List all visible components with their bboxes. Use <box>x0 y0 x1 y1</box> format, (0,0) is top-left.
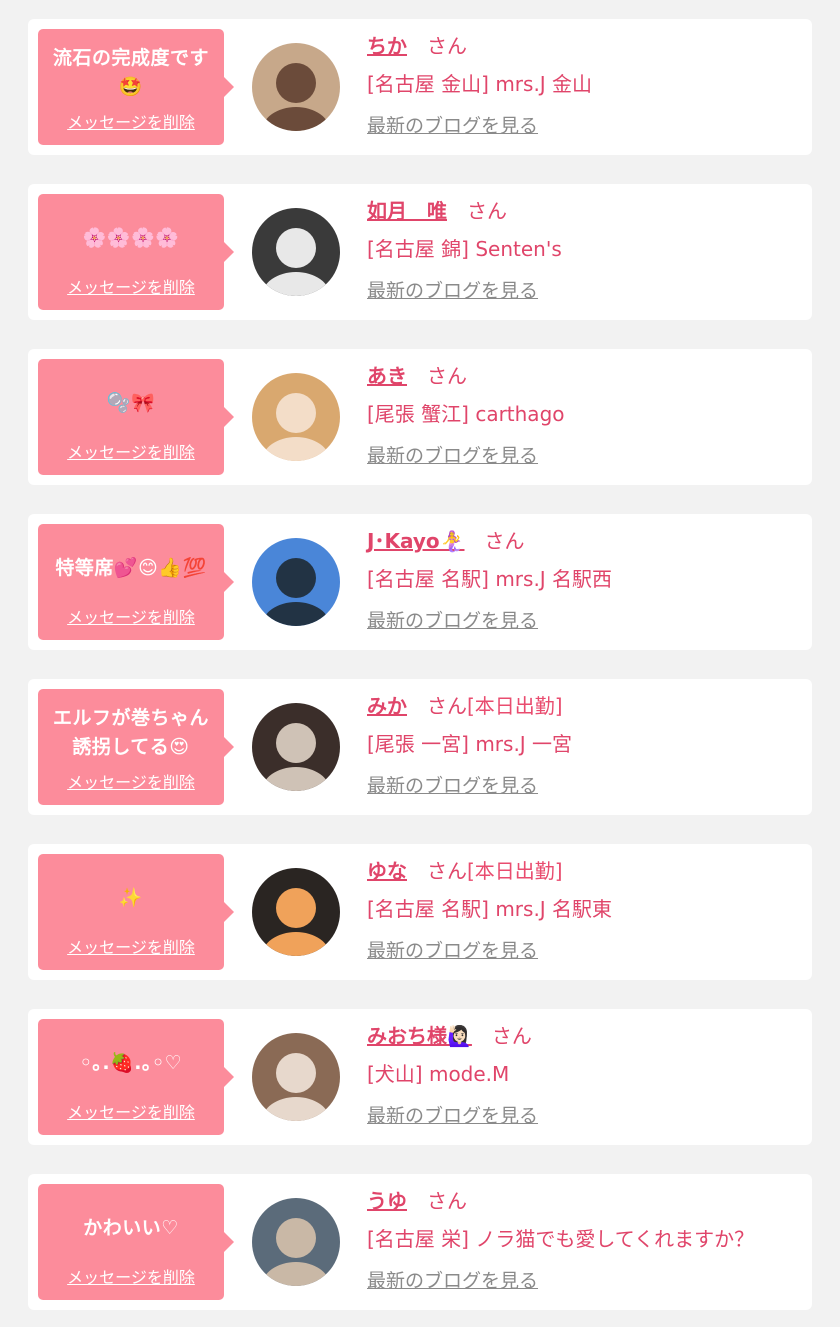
delete-message-link[interactable]: メッセージを削除 <box>38 1264 224 1288</box>
avatar-image <box>252 208 340 296</box>
shop-name: [尾張 一宮] mrs.J 一宮 <box>367 732 573 756</box>
honorific: さん <box>427 364 467 388</box>
delete-message-link[interactable]: メッセージを削除 <box>38 769 224 793</box>
girl-info: みおち様🙋🏻‍♀️ さん [犬山] mode.M 最新のブログを見る <box>367 1021 802 1128</box>
avatar[interactable] <box>252 868 340 956</box>
avatar-image <box>252 373 340 461</box>
avatar-image <box>252 538 340 626</box>
favorite-card: 流石の完成度です 🤩 メッセージを削除 ちか さん [名古屋 金山] mrs.J … <box>28 19 812 155</box>
message-text: エルフが巻ちゃん 誘拐してる😍 <box>52 707 209 758</box>
shop-name: [名古屋 栄] ノラ猫でも愛してくれますか？ <box>367 1227 755 1251</box>
name-line: J･Kayo🧜‍♀️ さん <box>367 526 802 556</box>
avatar-image <box>252 703 340 791</box>
shop-name: [犬山] mode.M <box>367 1062 510 1086</box>
message-text: 🌸🌸🌸🌸 <box>82 226 180 249</box>
girl-name-link[interactable]: みおち様🙋🏻‍♀️ <box>367 1024 472 1048</box>
girl-info: 如月 唯さん [名古屋 錦] Senten's 最新のブログを見る <box>367 196 802 303</box>
delete-message-link[interactable]: メッセージを削除 <box>38 1099 224 1123</box>
latest-blog-link[interactable]: 最新のブログを見る <box>367 771 538 798</box>
favorite-card: エルフが巻ちゃん 誘拐してる😍 メッセージを削除 みか さん[本日出勤] [尾張 … <box>28 679 812 815</box>
honorific: さん <box>427 1189 467 1213</box>
delete-message-link[interactable]: メッセージを削除 <box>38 934 224 958</box>
honorific: さん <box>491 1024 532 1048</box>
name-line: 如月 唯さん <box>367 196 802 226</box>
delete-message-link[interactable]: メッセージを削除 <box>38 109 224 133</box>
girl-info: あき さん [尾張 蟹江] carthago 最新のブログを見る <box>367 361 802 468</box>
avatar[interactable] <box>252 43 340 131</box>
latest-blog-link[interactable]: 最新のブログを見る <box>367 606 538 633</box>
name-line: ゆな さん[本日出勤] <box>367 856 802 886</box>
girl-info: J･Kayo🧜‍♀️ さん [名古屋 名駅] mrs.J 名駅西 最新のブログを見… <box>367 526 802 633</box>
message-bubble: 🌸🌸🌸🌸 メッセージを削除 <box>38 194 234 310</box>
girl-name-link[interactable]: ちか <box>367 34 407 58</box>
shop-name: [尾張 蟹江] carthago <box>367 402 565 426</box>
message-text: かわいい♡ <box>83 1216 179 1239</box>
message-bubble: ✨ メッセージを削除 <box>38 854 234 970</box>
favorite-card: 🌸🌸🌸🌸 メッセージを削除 如月 唯さん [名古屋 錦] Senten's 最新… <box>28 184 812 320</box>
girl-name-link[interactable]: 如月 唯 <box>367 199 447 223</box>
honorific: さん <box>484 529 525 553</box>
message-text: 流石の完成度です 🤩 <box>52 47 209 98</box>
name-line: うゆ さん <box>367 1186 802 1216</box>
girl-name-link[interactable]: うゆ <box>367 1189 407 1213</box>
avatar-image <box>252 1033 340 1121</box>
shop-name: [名古屋 名駅] mrs.J 名駅西 <box>367 567 613 591</box>
favorite-list: 流石の完成度です 🤩 メッセージを削除 ちか さん [名古屋 金山] mrs.J … <box>0 0 840 1310</box>
avatar-image <box>252 868 340 956</box>
avatar[interactable] <box>252 703 340 791</box>
avatar[interactable] <box>252 1198 340 1286</box>
avatar-image <box>252 1198 340 1286</box>
honorific: さん <box>467 199 507 223</box>
latest-blog-link[interactable]: 最新のブログを見る <box>367 1101 538 1128</box>
message-text: 特等席💕😊👍💯 <box>55 556 207 579</box>
name-line: みおち様🙋🏻‍♀️ さん <box>367 1021 802 1051</box>
honorific: さん <box>427 859 467 883</box>
delete-message-link[interactable]: メッセージを削除 <box>38 439 224 463</box>
delete-message-link[interactable]: メッセージを削除 <box>38 274 224 298</box>
girl-name-link[interactable]: あき <box>367 364 407 388</box>
shop-name: [名古屋 錦] Senten's <box>367 237 562 261</box>
girl-info: ちか さん [名古屋 金山] mrs.J 金山 最新のブログを見る <box>367 31 802 138</box>
avatar[interactable] <box>252 1033 340 1121</box>
girl-info: ゆな さん[本日出勤] [名古屋 名駅] mrs.J 名駅東 最新のブログを見る <box>367 856 802 963</box>
shop-name: [名古屋 金山] mrs.J 金山 <box>367 72 593 96</box>
message-text: ✨ <box>118 886 144 909</box>
work-status: [本日出勤] <box>467 694 563 718</box>
message-bubble: 特等席💕😊👍💯 メッセージを削除 <box>38 524 234 640</box>
message-text: 🫧🎀 <box>106 391 156 414</box>
delete-message-link[interactable]: メッセージを削除 <box>38 604 224 628</box>
avatar[interactable] <box>252 208 340 296</box>
avatar-image <box>252 43 340 131</box>
message-bubble: 🫧🎀 メッセージを削除 <box>38 359 234 475</box>
message-bubble: ◦｡.🍓.｡◦♡ メッセージを削除 <box>38 1019 234 1135</box>
girl-name-link[interactable]: みか <box>367 694 407 718</box>
favorite-card: 🫧🎀 メッセージを削除 あき さん [尾張 蟹江] carthago 最新のブログ… <box>28 349 812 485</box>
girl-info: うゆ さん [名古屋 栄] ノラ猫でも愛してくれますか？ 最新のブログを見る <box>367 1186 802 1293</box>
girl-info: みか さん[本日出勤] [尾張 一宮] mrs.J 一宮 最新のブログを見る <box>367 691 802 798</box>
honorific: さん <box>427 694 467 718</box>
favorite-card: 特等席💕😊👍💯 メッセージを削除 J･Kayo🧜‍♀️ さん [名古屋 名駅] m… <box>28 514 812 650</box>
favorite-card: かわいい♡ メッセージを削除 うゆ さん [名古屋 栄] ノラ猫でも愛してくれます… <box>28 1174 812 1310</box>
favorite-card: ◦｡.🍓.｡◦♡ メッセージを削除 みおち様🙋🏻‍♀️ さん [犬山] mode.… <box>28 1009 812 1145</box>
girl-name-link[interactable]: J･Kayo🧜‍♀️ <box>367 529 465 553</box>
message-text: ◦｡.🍓.｡◦♡ <box>79 1051 183 1074</box>
message-bubble: 流石の完成度です 🤩 メッセージを削除 <box>38 29 234 145</box>
latest-blog-link[interactable]: 最新のブログを見る <box>367 1266 538 1293</box>
shop-name: [名古屋 名駅] mrs.J 名駅東 <box>367 897 613 921</box>
name-line: あき さん <box>367 361 802 391</box>
honorific: さん <box>427 34 467 58</box>
name-line: ちか さん <box>367 31 802 61</box>
latest-blog-link[interactable]: 最新のブログを見る <box>367 276 538 303</box>
avatar[interactable] <box>252 538 340 626</box>
favorite-card: ✨ メッセージを削除 ゆな さん[本日出勤] [名古屋 名駅] mrs.J 名駅東… <box>28 844 812 980</box>
message-bubble: かわいい♡ メッセージを削除 <box>38 1184 234 1300</box>
latest-blog-link[interactable]: 最新のブログを見る <box>367 936 538 963</box>
latest-blog-link[interactable]: 最新のブログを見る <box>367 111 538 138</box>
girl-name-link[interactable]: ゆな <box>367 859 407 883</box>
work-status: [本日出勤] <box>467 859 563 883</box>
avatar[interactable] <box>252 373 340 461</box>
message-bubble: エルフが巻ちゃん 誘拐してる😍 メッセージを削除 <box>38 689 234 805</box>
name-line: みか さん[本日出勤] <box>367 691 802 721</box>
latest-blog-link[interactable]: 最新のブログを見る <box>367 441 538 468</box>
